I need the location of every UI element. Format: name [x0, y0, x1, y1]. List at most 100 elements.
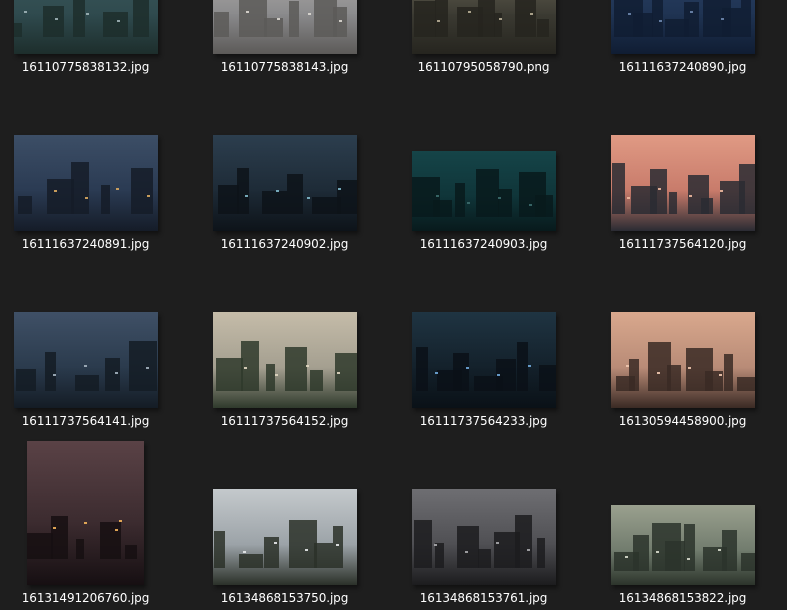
thumbnail-shape: [534, 195, 553, 217]
thumbnail-shape: [452, 353, 469, 391]
thumbnail-sky: [411, 312, 556, 370]
thumbnail-image: [610, 505, 755, 585]
thumbnail-light: [245, 11, 249, 13]
thumbnail-shape: [240, 341, 259, 391]
thumbnail-slot: [384, 437, 583, 585]
thumbnail-shape: [288, 1, 299, 37]
thumbnail-shape: [104, 358, 120, 391]
thumbnail-shape: [700, 198, 713, 214]
thumbnail-shape: [284, 347, 307, 391]
file-item[interactable]: 16130594458900.jpg: [583, 260, 782, 436]
thumbnail-light: [23, 11, 27, 13]
file-item[interactable]: 16110795058790.png: [384, 0, 583, 82]
file-item[interactable]: 16134868153761.jpg: [384, 437, 583, 610]
thumbnail-light: [655, 551, 659, 553]
thumbnail-light: [529, 13, 533, 15]
thumbnail-light: [657, 188, 661, 190]
thumbnail-shape: [336, 180, 357, 214]
thumbnail-light: [306, 197, 310, 199]
file-name-label: 16134868153761.jpg: [419, 591, 548, 605]
thumbnail-light: [146, 195, 150, 197]
thumbnail-shape: [415, 347, 428, 391]
thumbnail-light: [658, 20, 662, 22]
file-item[interactable]: 16110775838143.jpg: [185, 0, 384, 82]
thumbnail-image: [212, 489, 357, 585]
thumbnail-slot: [0, 0, 185, 54]
thumbnail-shape: [721, 530, 737, 571]
file-item[interactable]: 16111637240891.jpg: [0, 83, 185, 259]
thumbnail-shape: [628, 359, 639, 391]
thumbnail-shape: [100, 522, 122, 559]
thumbnail-shape: [313, 543, 333, 568]
thumbnail-shape: [632, 13, 653, 37]
thumbnail-shape: [536, 538, 545, 568]
thumbnail-shape: [13, 23, 22, 37]
thumbnail-light: [627, 13, 631, 15]
thumbnail-shape: [515, 0, 537, 37]
thumbnail-image: [212, 312, 357, 408]
thumbnail-shape: [738, 164, 755, 214]
thumbnail-shape: [309, 370, 323, 391]
thumbnail-slot: [583, 0, 782, 54]
file-name-label: 16110795058790.png: [417, 60, 550, 74]
file-item[interactable]: 16111637240902.jpg: [185, 83, 384, 259]
file-item[interactable]: 16111737564233.jpg: [384, 260, 583, 436]
file-item[interactable]: 16110775838132.jpg: [0, 0, 185, 82]
thumbnail-light: [53, 190, 57, 192]
thumbnail-image: [411, 489, 556, 585]
thumbnail-shape: [238, 554, 263, 568]
file-name-label: 16111737564152.jpg: [220, 414, 349, 428]
thumbnail-shape: [124, 545, 137, 559]
file-name-label: 16130594458900.jpg: [618, 414, 747, 428]
thumbnail-light: [625, 365, 629, 367]
file-item[interactable]: 16134868153750.jpg: [185, 437, 384, 610]
thumbnail-shape: [651, 0, 663, 37]
thumbnail-slot: [185, 437, 384, 585]
file-item[interactable]: 16111737564141.jpg: [0, 260, 185, 436]
file-item[interactable]: 16111637240903.jpg: [384, 83, 583, 259]
file-item[interactable]: 16134868153822.jpg: [583, 437, 782, 610]
file-item[interactable]: 16111737564120.jpg: [583, 83, 782, 259]
thumbnail-light: [307, 13, 311, 15]
thumbnail-light: [689, 11, 693, 13]
thumbnail-shape: [435, 0, 449, 37]
thumbnail-light: [466, 202, 470, 204]
thumbnail-shape: [102, 12, 128, 37]
thumbnail-light: [338, 20, 342, 22]
thumbnail-shape: [413, 520, 432, 568]
thumbnail-shape: [43, 6, 65, 37]
thumbnail-light: [84, 197, 88, 199]
file-item[interactable]: 16111637240890.jpg: [583, 0, 782, 82]
thumbnail-light: [337, 188, 341, 190]
thumbnail-light: [275, 190, 279, 192]
thumbnail-light: [304, 549, 308, 551]
thumbnail-slot: [0, 260, 185, 408]
thumbnail-shape: [632, 535, 649, 571]
thumbnail-light: [119, 520, 122, 522]
thumbnail-light: [718, 374, 722, 376]
file-item[interactable]: 16131491206760.jpg: [0, 437, 185, 610]
thumbnail-light: [244, 195, 248, 197]
thumbnail-shape: [668, 192, 677, 214]
thumbnail-shape: [213, 12, 229, 37]
thumbnail-shape: [683, 524, 695, 571]
file-name-label: 16134868153750.jpg: [220, 591, 349, 605]
thumbnail-light: [717, 549, 721, 551]
thumbnail-shape: [723, 354, 733, 391]
file-item[interactable]: 16111737564152.jpg: [185, 260, 384, 436]
thumbnail-light: [274, 374, 278, 376]
thumbnail-image: [610, 135, 755, 231]
thumbnail-image: [212, 0, 357, 54]
thumbnail-shape: [332, 7, 347, 37]
file-name-label: 16111637240902.jpg: [220, 237, 349, 251]
thumbnail-shape: [71, 162, 90, 214]
thumbnail-shape: [288, 520, 317, 568]
thumbnail-slot: [185, 260, 384, 408]
thumbnail-light: [116, 20, 120, 22]
thumbnail-slot: [583, 437, 782, 585]
thumbnail-light: [276, 18, 280, 20]
file-name-label: 16111637240891.jpg: [21, 237, 150, 251]
thumbnail-light: [526, 549, 530, 551]
thumbnail-light: [497, 197, 501, 199]
thumbnail-light: [52, 374, 56, 376]
